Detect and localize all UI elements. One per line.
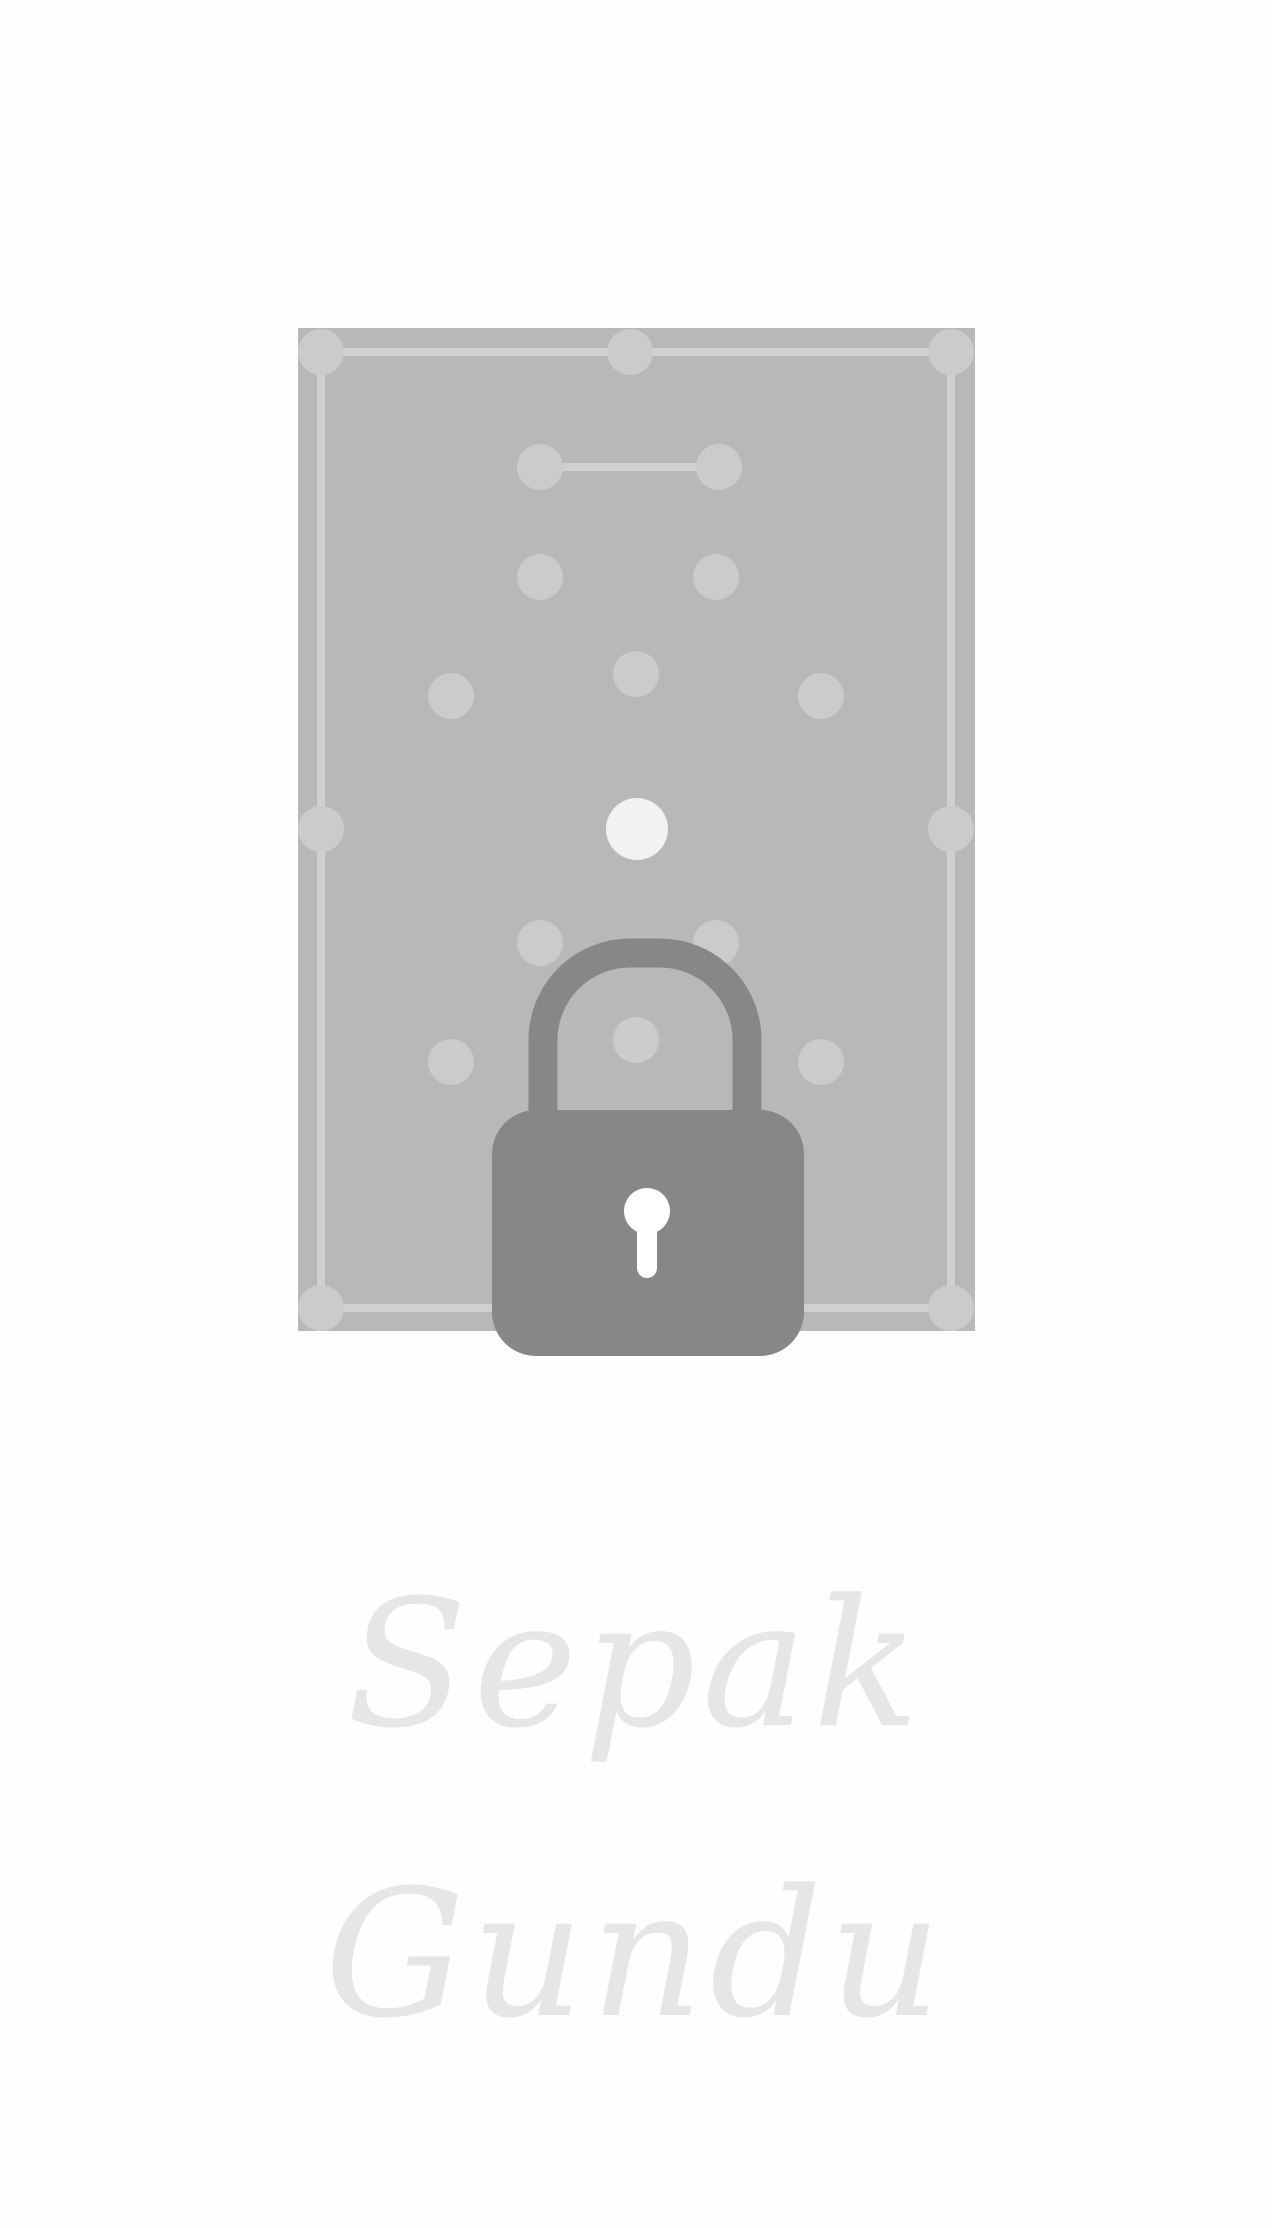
peg	[613, 651, 659, 697]
peg	[428, 1039, 474, 1085]
peg	[798, 673, 844, 719]
peg	[428, 673, 474, 719]
peg	[298, 329, 344, 375]
peg	[928, 806, 974, 852]
level-title-line-1: Sepak	[346, 1562, 926, 1767]
peg	[928, 1285, 974, 1331]
peg	[696, 444, 742, 490]
peg	[798, 1039, 844, 1085]
peg	[517, 554, 563, 600]
level-title-line-2: Gundu	[324, 1852, 948, 2057]
peg	[693, 554, 739, 600]
level-preview[interactable]	[0, 0, 1272, 1400]
level-title: Sepak Gundu	[0, 1520, 1272, 2100]
peg	[607, 329, 653, 375]
peg	[298, 806, 344, 852]
peg	[298, 1285, 344, 1331]
peg	[517, 920, 563, 966]
peg	[928, 329, 974, 375]
peg	[517, 444, 563, 490]
center-marble	[606, 798, 668, 860]
peg	[613, 1017, 659, 1063]
